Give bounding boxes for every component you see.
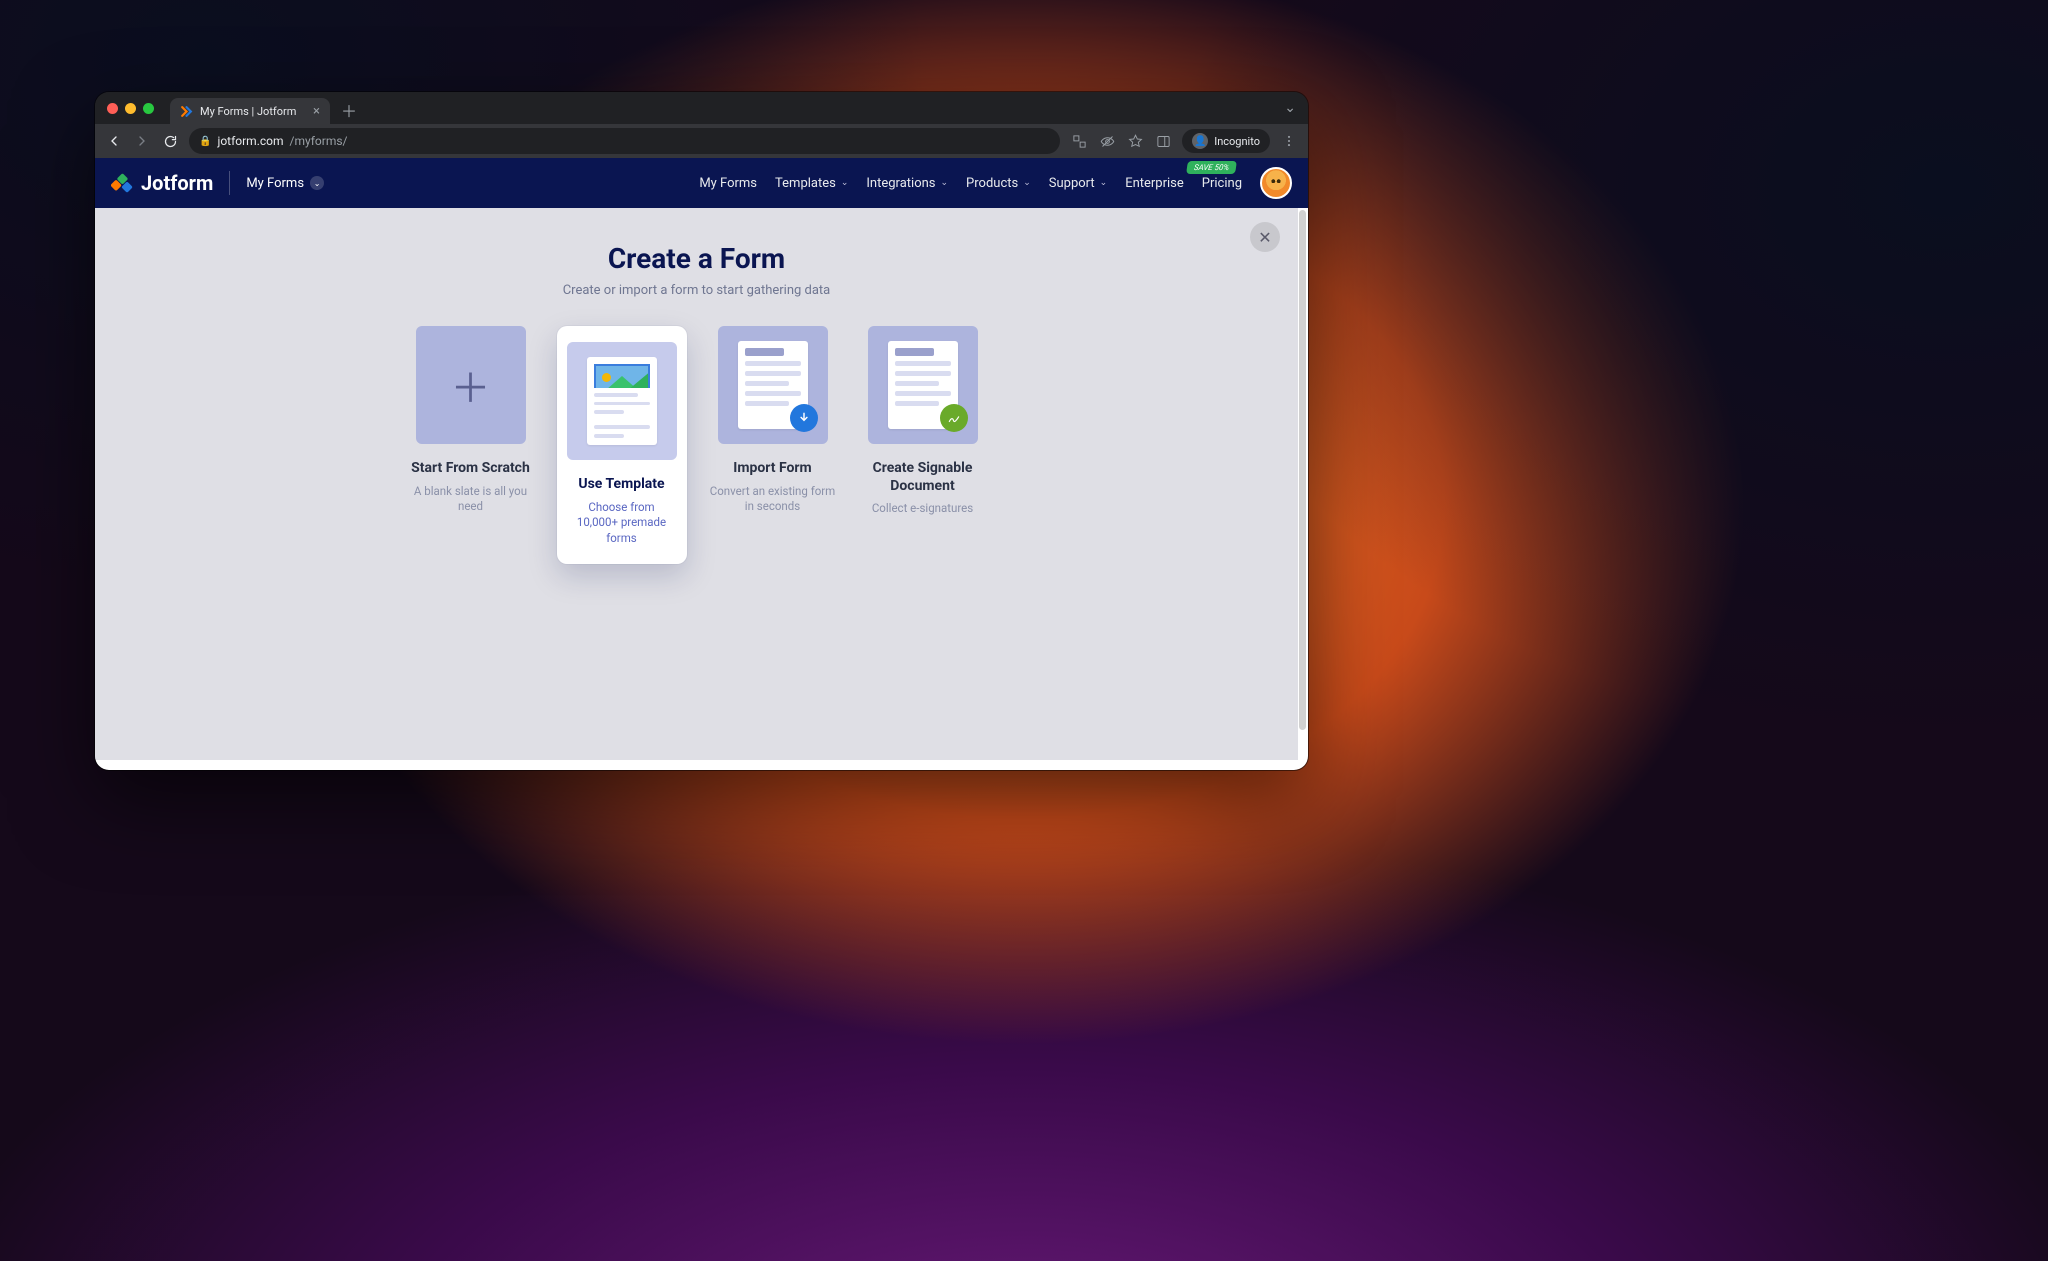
window-close-button[interactable] [107, 103, 118, 114]
nav-label: Support [1049, 176, 1095, 191]
nav-label: Products [966, 176, 1018, 191]
nav-my-forms[interactable]: My Forms [699, 176, 757, 191]
card-use-template[interactable]: Use Template Choose from 10,000+ premade… [557, 326, 687, 564]
logo-icon [111, 172, 133, 194]
nav-label: Pricing [1202, 176, 1242, 191]
bookmark-icon[interactable] [1126, 132, 1144, 150]
avatar[interactable] [1260, 167, 1292, 199]
nav-forward-button[interactable] [133, 132, 151, 150]
card-description: Collect e-signatures [872, 501, 973, 517]
sidepanel-icon[interactable] [1154, 132, 1172, 150]
nav-templates[interactable]: Templates ⌄ [775, 176, 848, 191]
browser-window: My Forms | Jotform × ＋ ⌄ 🔒 jotform.com/m… [95, 92, 1308, 770]
create-form-modal: Create a Form Create or import a form to… [317, 242, 1077, 564]
new-tab-button[interactable]: ＋ [338, 99, 360, 121]
divider [229, 171, 230, 195]
lock-icon: 🔒 [199, 136, 211, 147]
nav-label: Integrations [866, 176, 935, 191]
card-title: Use Template [578, 476, 664, 494]
save-badge: SAVE 50% [1186, 161, 1237, 174]
card-illustration [718, 326, 828, 444]
card-title: Import Form [733, 460, 811, 478]
incognito-label: Incognito [1214, 135, 1260, 148]
modal-title: Create a Form [317, 242, 1077, 275]
card-start-from-scratch[interactable]: ＋ Start From Scratch A blank slate is al… [407, 326, 535, 564]
nav-products[interactable]: Products ⌄ [966, 176, 1031, 191]
breadcrumb-label: My Forms [246, 176, 304, 191]
card-description: A blank slate is all you need [407, 484, 535, 515]
card-description: Choose from 10,000+ premade forms [567, 500, 677, 547]
incognito-icon: 👤 [1192, 133, 1208, 149]
nav-pricing[interactable]: Pricing [1202, 176, 1242, 191]
card-import-form[interactable]: Import Form Convert an existing form in … [709, 326, 837, 564]
chevron-down-icon: ⌄ [841, 178, 849, 188]
card-description: Convert an existing form in seconds [709, 484, 837, 515]
nav-reload-button[interactable] [161, 132, 179, 150]
window-minimize-button[interactable] [125, 103, 136, 114]
incognito-chip[interactable]: 👤 Incognito [1182, 129, 1270, 153]
template-doc-icon [587, 357, 657, 445]
card-title: Start From Scratch [411, 460, 530, 478]
chevron-down-icon: ⌄ [941, 178, 949, 188]
url-path: /myforms/ [290, 134, 348, 148]
app-logo[interactable]: Jotform [111, 171, 213, 195]
tab-close-button[interactable]: × [313, 104, 320, 119]
url-domain: jotform.com [217, 134, 283, 148]
tracking-icon[interactable] [1098, 132, 1116, 150]
card-illustration: ＋ [416, 326, 526, 444]
nav-label: Templates [775, 176, 836, 191]
card-title: Create Signable Document [859, 460, 987, 495]
app-header: Jotform My Forms ⌄ My Forms Templates ⌄ I… [95, 158, 1308, 208]
browser-toolbar: 🔒 jotform.com/myforms/ 👤 Incognito [95, 124, 1308, 158]
window-zoom-button[interactable] [143, 103, 154, 114]
logo-text: Jotform [141, 171, 213, 195]
tabstrip-dropdown-button[interactable]: ⌄ [1284, 100, 1300, 116]
signature-icon [940, 404, 968, 432]
option-cards: ＋ Start From Scratch A blank slate is al… [317, 326, 1077, 564]
card-create-signable[interactable]: Create Signable Document Collect e-signa… [859, 326, 987, 564]
chevron-down-icon: ⌄ [1100, 178, 1108, 188]
nav-enterprise[interactable]: Enterprise [1125, 176, 1184, 191]
nav-back-button[interactable] [105, 132, 123, 150]
breadcrumb[interactable]: My Forms ⌄ [246, 176, 324, 191]
download-icon [790, 404, 818, 432]
address-bar[interactable]: 🔒 jotform.com/myforms/ [189, 128, 1060, 154]
browser-tab[interactable]: My Forms | Jotform × [170, 98, 330, 124]
nav-label: My Forms [699, 176, 757, 191]
modal-overlay: ✕ Create a Form Create or import a form … [95, 208, 1298, 760]
chevron-down-icon: ⌄ [310, 176, 324, 190]
nav-integrations[interactable]: Integrations ⌄ [866, 176, 948, 191]
translate-icon[interactable] [1070, 132, 1088, 150]
plus-icon: ＋ [451, 356, 491, 414]
browser-menu-button[interactable] [1280, 132, 1298, 150]
close-button[interactable]: ✕ [1250, 222, 1280, 252]
tab-title: My Forms | Jotform [200, 105, 296, 118]
card-illustration [868, 326, 978, 444]
page-viewport: SAVE 50% Jotform My Forms ⌄ My Forms [95, 158, 1308, 770]
tab-favicon [180, 105, 193, 118]
close-icon: ✕ [1258, 228, 1271, 247]
scrollbar[interactable] [1299, 210, 1306, 730]
nav-support[interactable]: Support ⌄ [1049, 176, 1107, 191]
card-illustration [567, 342, 677, 460]
modal-subtitle: Create or import a form to start gatheri… [317, 283, 1077, 298]
window-controls [107, 103, 154, 114]
chevron-down-icon: ⌄ [1023, 178, 1031, 188]
browser-tab-strip: My Forms | Jotform × ＋ ⌄ [95, 92, 1308, 124]
nav-label: Enterprise [1125, 176, 1184, 191]
